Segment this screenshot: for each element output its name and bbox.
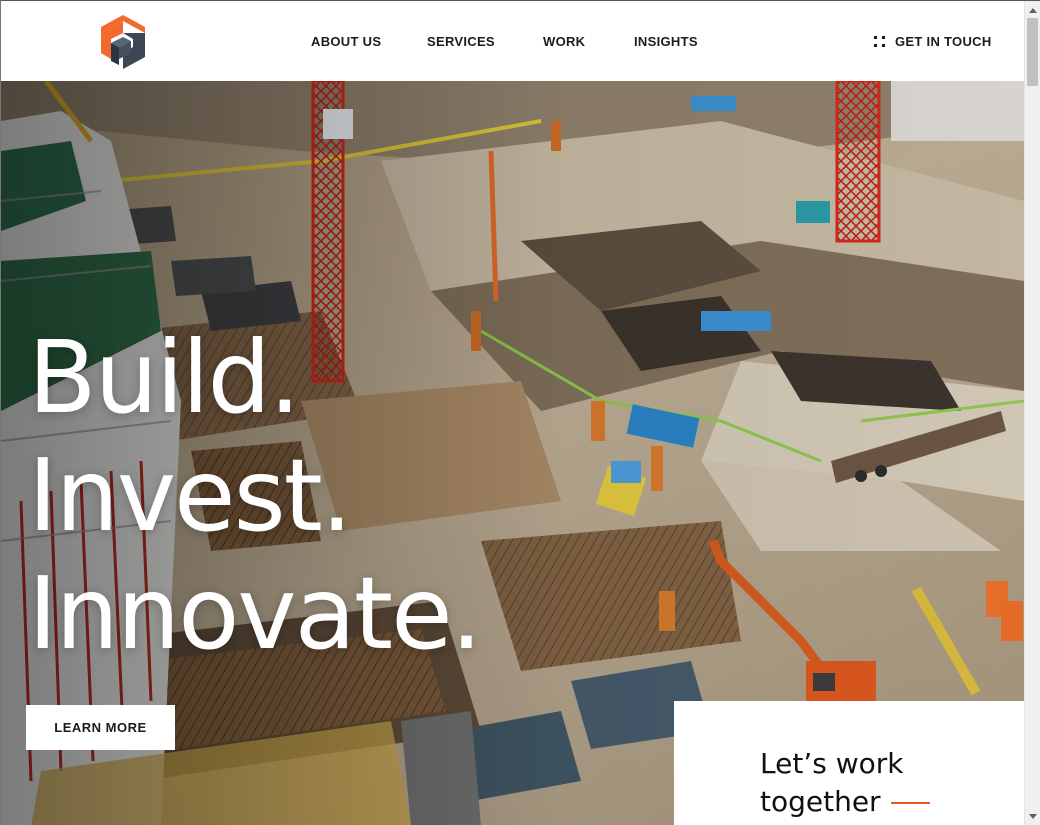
nav-insights[interactable]: INSIGHTS: [634, 34, 698, 49]
accent-line: [891, 802, 930, 804]
scrollbar-thumb[interactable]: [1027, 18, 1038, 86]
nav-about-us[interactable]: ABOUT US: [311, 34, 381, 49]
site-header: ABOUT US SERVICES WORK INSIGHTS GET IN T…: [1, 1, 1024, 81]
hero-section: Build. Invest. Innovate. LEARN MORE Let’…: [1, 81, 1024, 825]
grid-dots-icon: [873, 35, 886, 48]
get-in-touch-label: GET IN TOUCH: [895, 34, 992, 49]
scroll-up-arrow-icon[interactable]: [1029, 8, 1037, 13]
main-nav: ABOUT US SERVICES WORK INSIGHTS: [1, 34, 1024, 50]
lets-work-together-panel[interactable]: Let’s work together: [674, 701, 1024, 825]
headline-innovate: Innovate.: [28, 555, 482, 672]
hero-headline: Build. Invest. Innovate.: [28, 319, 482, 673]
headline-build: Build.: [28, 319, 301, 436]
browser-window: ABOUT US SERVICES WORK INSIGHTS GET IN T…: [0, 0, 1040, 825]
scroll-down-arrow-icon[interactable]: [1029, 814, 1037, 819]
nav-work[interactable]: WORK: [543, 34, 585, 49]
panel-title: Let’s work together: [760, 745, 940, 821]
panel-title-line1: Let’s work: [760, 747, 904, 780]
learn-more-button[interactable]: LEARN MORE: [26, 705, 175, 750]
get-in-touch-link[interactable]: GET IN TOUCH: [873, 34, 992, 49]
nav-services[interactable]: SERVICES: [427, 34, 495, 49]
vertical-scrollbar[interactable]: [1024, 1, 1040, 825]
headline-invest: Invest.: [28, 437, 353, 554]
